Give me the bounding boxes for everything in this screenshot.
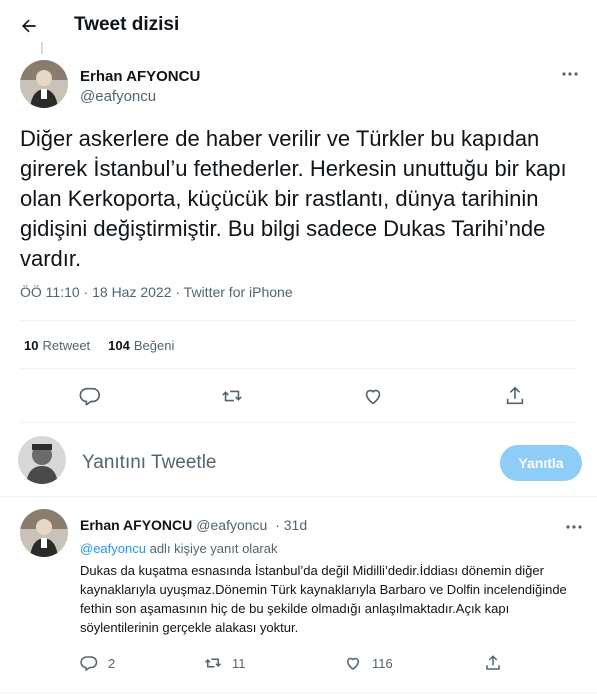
reply-button[interactable] [76,382,104,410]
reply-count: 2 [108,655,116,671]
tweet-text: Diğer askerlere de haber verilir ve Türk… [20,126,567,271]
like-stat[interactable]: 104 Beğeni [108,338,174,353]
author-handle[interactable]: @eafyoncu [80,88,156,105]
retweet-icon [204,658,222,668]
reply-tweet-header: Erhan AFYONCU @eafyoncu · 31d [80,517,307,533]
retweet-stat[interactable]: 10 Retweet [24,338,90,353]
thread-connector [41,42,43,54]
retweet-button[interactable]: 11 [204,651,246,675]
mention-link[interactable]: @eafyoncu [80,541,146,556]
avatar[interactable] [20,60,68,108]
tweet-meta[interactable]: ÖÖ 11:10 · 18 Haz 2022 · Twitter for iPh… [20,284,293,300]
like-count: 116 [372,655,393,671]
divider [0,692,597,693]
retweet-icon [222,390,242,402]
tweet-stats: 10 Retweet 104 Beğeni [24,338,174,353]
reply-composer: Yanıtını Tweetle Yanıtla [0,423,597,496]
like-icon [347,657,359,670]
header: Tweet dizisi [0,0,597,50]
like-icon [365,389,381,405]
tweet-actions: 2 11 116 [80,651,580,675]
divider [20,320,577,321]
tweet-time[interactable]: · 31d [275,517,307,533]
reply-tweet[interactable]: Erhan AFYONCU @eafyoncu · 31d @eafyoncu a… [0,497,597,692]
share-icon [486,655,500,670]
tweet-text: Dukas da kuşatma esnasında İstanbul’da d… [80,563,567,635]
avatar[interactable] [18,436,66,484]
like-button[interactable]: 116 [344,651,393,675]
author-name[interactable]: Erhan AFYONCU [80,68,200,85]
share-button[interactable] [501,382,529,410]
back-button[interactable] [14,11,44,41]
reply-input[interactable]: Yanıtını Tweetle [82,452,217,474]
more-options-button[interactable] [564,519,584,535]
share-icon [506,386,524,405]
tweet-actions [0,372,597,420]
like-button[interactable] [359,382,387,410]
main-tweet-header: Erhan AFYONCU @eafyoncu [20,60,580,110]
page-title: Tweet dizisi [74,14,180,35]
more-options-button[interactable] [560,66,580,82]
share-button[interactable] [484,651,502,675]
reply-button[interactable]: 2 [80,651,115,675]
reply-icon [80,656,98,671]
arrow-left-icon [22,19,36,33]
more-horizontal-icon [566,525,582,529]
reply-submit-button[interactable]: Yanıtla [500,445,582,481]
replying-to: @eafyoncu adlı kişiye yanıt olarak [80,541,278,556]
avatar[interactable] [20,509,68,557]
reply-icon [79,387,100,406]
author-name[interactable]: Erhan AFYONCU [80,517,192,533]
divider [20,368,577,369]
more-horizontal-icon [562,72,578,76]
author-handle[interactable]: @eafyoncu [196,517,267,533]
retweet-count: 11 [232,655,246,671]
retweet-button[interactable] [218,382,246,410]
